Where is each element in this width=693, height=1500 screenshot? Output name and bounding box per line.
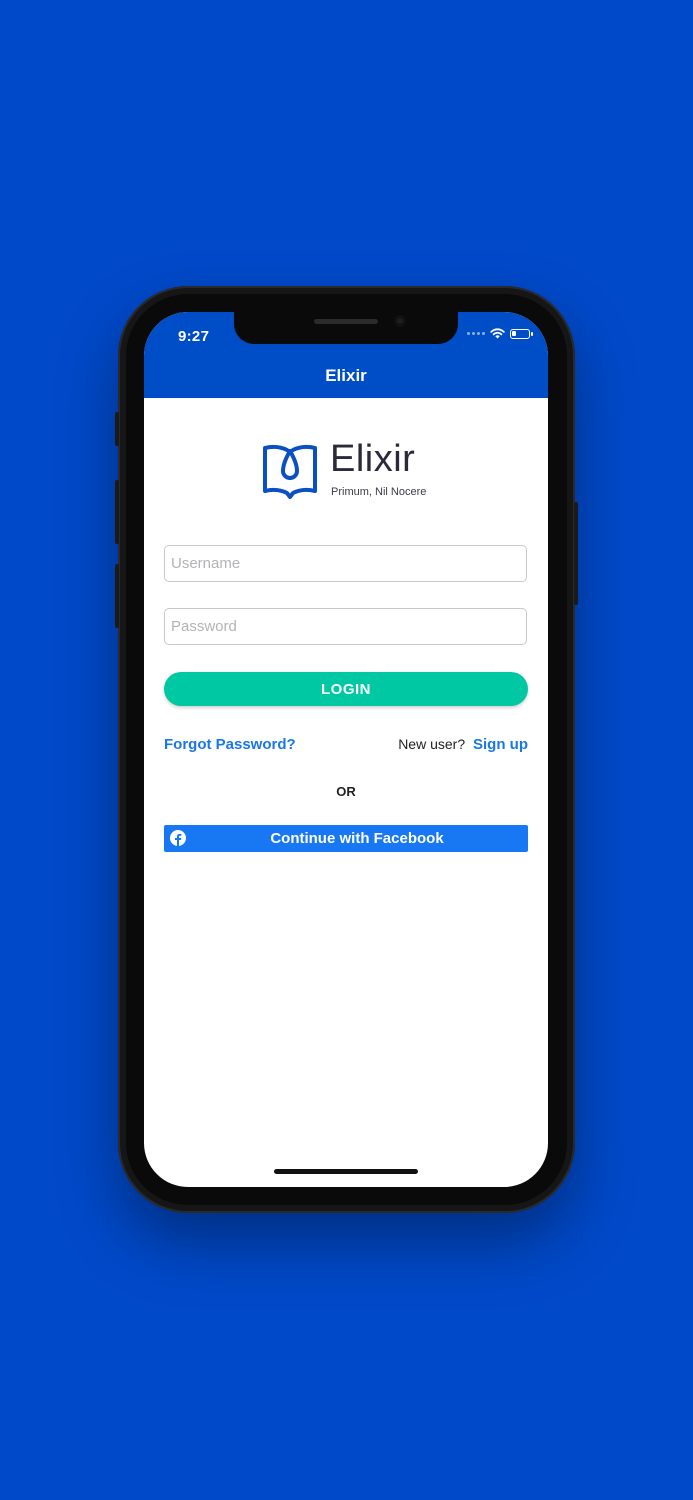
signup-row: New user? Sign up xyxy=(398,736,528,753)
password-input[interactable] xyxy=(164,608,527,645)
volume-down-button xyxy=(115,564,119,628)
logo-tagline: Primum, Nil Nocere xyxy=(331,486,427,498)
wifi-icon xyxy=(490,328,505,339)
volume-up-button xyxy=(115,480,119,544)
open-book-icon xyxy=(263,444,317,499)
or-divider: OR xyxy=(336,784,356,799)
app-stage: 9:27 Elixir Elixir Primum, Nil Nocere Us… xyxy=(0,0,693,1500)
nav-title: Elixir xyxy=(325,366,367,385)
speaker-grille xyxy=(314,319,378,324)
status-bar: 9:27 xyxy=(144,312,548,354)
forgot-password-link[interactable]: Forgot Password? xyxy=(164,736,296,753)
front-camera xyxy=(394,315,406,327)
battery-icon xyxy=(510,328,533,339)
new-user-label: New user? xyxy=(398,736,466,752)
home-indicator[interactable] xyxy=(274,1169,418,1174)
signal-icon xyxy=(467,332,485,335)
logo-wordmark: Elixir xyxy=(330,438,416,480)
app-logo: Elixir Primum, Nil Nocere xyxy=(262,438,432,502)
username-input[interactable] xyxy=(164,545,527,582)
sign-up-link[interactable]: Sign up xyxy=(473,736,528,753)
status-time: 9:27 xyxy=(178,328,210,345)
continue-with-facebook-button[interactable]: Continue with Facebook xyxy=(164,825,528,852)
mute-switch xyxy=(115,412,119,446)
login-button[interactable]: LOGIN xyxy=(164,672,528,706)
facebook-button-label: Continue with Facebook xyxy=(270,830,444,847)
status-icons xyxy=(467,328,533,339)
phone-screen: 9:27 Elixir Elixir Primum, Nil Nocere Us… xyxy=(144,312,548,1187)
nav-bar: Elixir xyxy=(144,354,548,398)
notch xyxy=(234,312,458,344)
power-button xyxy=(574,502,578,605)
